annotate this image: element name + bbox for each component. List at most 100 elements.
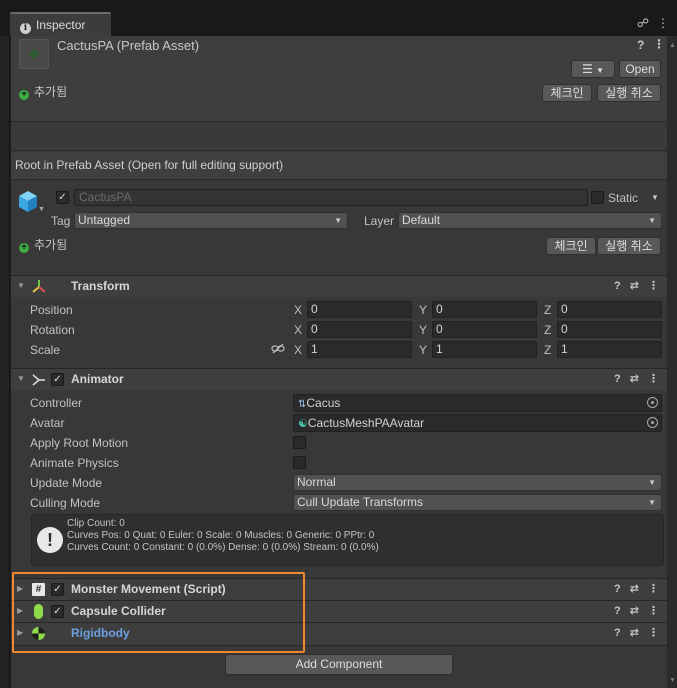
controller-label: Controller	[30, 396, 83, 410]
scroll-up-icon[interactable]: ▲	[669, 42, 676, 49]
presets-icon[interactable]: ⇄	[630, 583, 639, 595]
y-label: Y	[419, 323, 428, 337]
update-mode-label: Update Mode	[30, 476, 103, 490]
static-checkbox[interactable]	[591, 191, 604, 204]
static-label: Static	[608, 191, 639, 205]
culling-mode-dropdown[interactable]: Cull Update Transforms ▼	[293, 494, 662, 511]
link-icon[interactable]	[271, 344, 285, 354]
gameobject-name-field[interactable]: CactusPA	[74, 189, 588, 206]
presets-icon[interactable]: ⇄	[630, 373, 639, 385]
monster-movement-header[interactable]: ▶ # ✓ Monster Movement (Script) ? ⇄ ⋮	[11, 578, 667, 600]
fold-arrow-icon[interactable]: ▶	[17, 628, 23, 637]
scroll-down-icon[interactable]: ▼	[669, 677, 676, 684]
scale-x-field[interactable]: 1	[307, 341, 412, 358]
capsule-icon	[34, 604, 43, 619]
z-label: Z	[544, 323, 552, 337]
avatar-field[interactable]: ☯CactusMeshPAAvatar	[293, 414, 662, 432]
transform-header[interactable]: ▼ Transform ? ⇄ ⋮	[11, 275, 667, 297]
asset-title: CactusPA (Prefab Asset)	[57, 38, 200, 53]
capsule-collider-header[interactable]: ▶ ✓ Capsule Collider ? ⇄ ⋮	[11, 600, 667, 622]
avatar-value: CactusMeshPAAvatar	[307, 416, 425, 430]
help-icon[interactable]: ?	[614, 280, 621, 292]
avatar-label: Avatar	[30, 416, 65, 430]
animator-enabled-checkbox[interactable]: ✓	[51, 373, 64, 386]
object-picker-icon[interactable]	[647, 417, 658, 428]
capsule-collider-title: Capsule Collider	[71, 604, 166, 618]
more-icon[interactable]: ⋮	[648, 373, 659, 385]
scale-y-field[interactable]: 1	[432, 341, 537, 358]
more-icon[interactable]: ⋮	[648, 280, 659, 292]
rigidbody-header[interactable]: ▶ Rigidbody ? ⇄ ⋮	[11, 622, 667, 646]
gameobject-icon[interactable]	[18, 190, 38, 212]
apply-root-motion-checkbox[interactable]	[293, 436, 306, 449]
help-icon[interactable]: ?	[614, 373, 621, 385]
add-component-button[interactable]: Add Component	[225, 654, 453, 675]
rigidbody-icon	[31, 626, 46, 641]
help-icon[interactable]: ?	[614, 583, 621, 595]
curves-count-text: Curves Count: 0 Constant: 0 (0.0%) Dense…	[67, 542, 379, 553]
controller-value: Cacus	[306, 396, 341, 410]
gameobject-undo-checkout-button[interactable]: 실행 취소	[597, 237, 661, 255]
animator-title: Animator	[71, 372, 124, 386]
scale-z-field[interactable]: 1	[557, 341, 662, 358]
x-label: X	[294, 323, 303, 337]
component-actions: ? ⇄ ⋮	[605, 626, 659, 639]
static-dropdown-arrow[interactable]: ▼	[651, 193, 659, 202]
capsule-collider-enabled-checkbox[interactable]: ✓	[51, 605, 64, 618]
transform-icon	[32, 280, 46, 293]
more-icon[interactable]: ⋮	[648, 605, 659, 617]
tag-dropdown[interactable]: Untagged ▼	[74, 212, 348, 229]
rotation-z-field[interactable]: 0	[557, 321, 662, 338]
layer-dropdown[interactable]: Default ▼	[398, 212, 662, 229]
gameobject-check-in-button[interactable]: 체크인	[546, 237, 596, 255]
info-icon: i	[20, 23, 31, 34]
vertical-scrollbar[interactable]: ▲ ▼	[667, 36, 677, 688]
animator-header[interactable]: ▼ ✓ Animator ? ⇄ ⋮	[11, 368, 667, 390]
presets-icon[interactable]: ⇄	[630, 280, 639, 292]
monster-movement-enabled-checkbox[interactable]: ✓	[51, 583, 64, 596]
component-actions: ? ⇄ ⋮	[605, 372, 659, 385]
fold-arrow-icon[interactable]: ▼	[17, 281, 25, 290]
open-button[interactable]: Open	[619, 60, 661, 78]
presets-icon[interactable]: ⇄	[630, 627, 639, 639]
undo-checkout-button[interactable]: 실행 취소	[597, 84, 661, 102]
plus-icon: +	[19, 90, 29, 100]
position-x-field[interactable]: 0	[307, 301, 412, 318]
fold-arrow-icon[interactable]: ▶	[17, 606, 23, 615]
inspector-tab[interactable]: i Inspector	[10, 12, 111, 36]
lock-icon[interactable]: ☍	[637, 16, 649, 30]
fold-arrow-icon[interactable]: ▶	[17, 584, 23, 593]
presets-icon[interactable]: ⇄	[630, 605, 639, 617]
menu-icon[interactable]: ⋮	[657, 16, 669, 30]
apply-root-motion-label: Apply Root Motion	[30, 436, 129, 450]
object-picker-icon[interactable]	[647, 397, 658, 408]
help-icon[interactable]: ?	[637, 38, 644, 52]
y-label: Y	[419, 303, 428, 317]
fold-arrow-icon[interactable]: ▼	[17, 374, 25, 383]
overrides-dropdown[interactable]: ☰ ▼	[571, 60, 615, 78]
rotation-y-field[interactable]: 0	[432, 321, 537, 338]
chevron-down-icon: ▼	[648, 498, 656, 507]
layer-value: Default	[402, 213, 441, 227]
x-label: X	[294, 303, 303, 317]
plus-icon: +	[19, 243, 29, 253]
controller-field[interactable]: ⇅Cacus	[293, 394, 662, 412]
more-icon[interactable]: ⋮	[648, 627, 659, 639]
gameobject-active-checkbox[interactable]: ✓	[56, 191, 69, 204]
monster-movement-title: Monster Movement (Script)	[71, 582, 226, 596]
more-icon[interactable]: ⋮	[653, 37, 665, 51]
update-mode-dropdown[interactable]: Normal ▼	[293, 474, 662, 491]
tag-label: Tag	[51, 214, 71, 228]
inspector-panel: CactusPA (Prefab Asset) ? ⋮ ☰ ▼ Open + 추가…	[11, 36, 667, 688]
animator-icon	[32, 374, 45, 386]
more-icon[interactable]: ⋮	[648, 583, 659, 595]
check-in-button[interactable]: 체크인	[542, 84, 592, 102]
position-y-field[interactable]: 0	[432, 301, 537, 318]
help-icon[interactable]: ?	[614, 627, 621, 639]
icon-dropdown-arrow[interactable]: ▼	[38, 206, 45, 213]
help-icon[interactable]: ?	[614, 605, 621, 617]
position-z-field[interactable]: 0	[557, 301, 662, 318]
animate-physics-checkbox[interactable]	[293, 456, 306, 469]
rotation-x-field[interactable]: 0	[307, 321, 412, 338]
rotation-label: Rotation	[30, 323, 75, 337]
